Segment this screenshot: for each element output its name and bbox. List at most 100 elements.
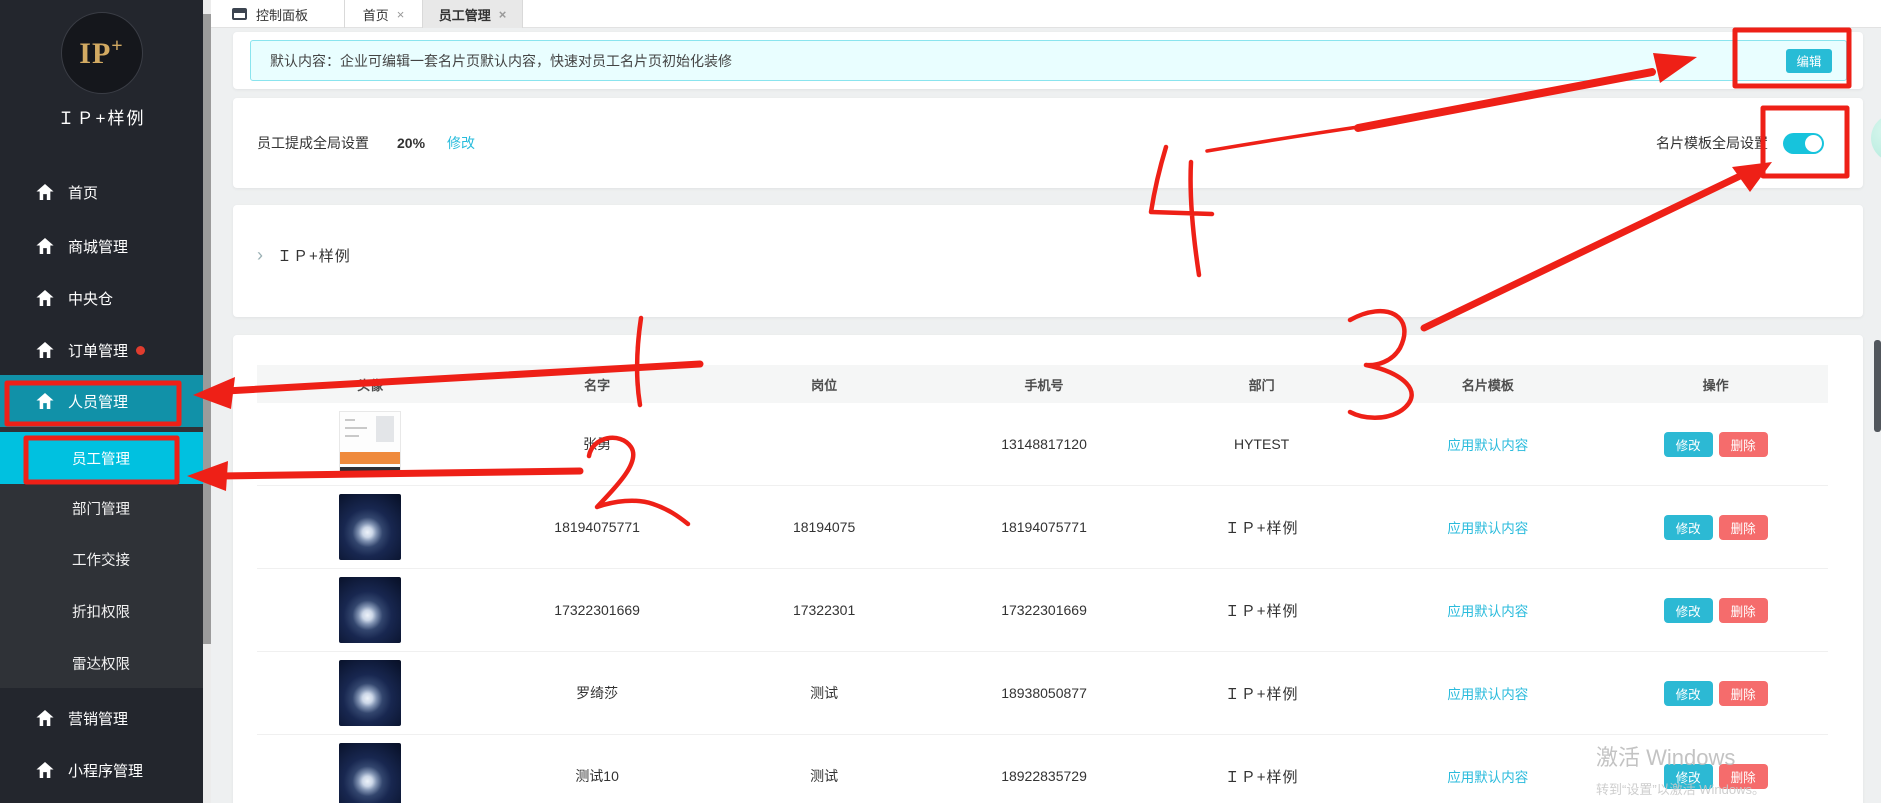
avatar-cell [257,494,483,560]
post-cell: 测试 [711,766,937,786]
sidebar-item-warehouse[interactable]: 中央仓 [0,272,203,324]
table-row: 17322301669 17322301 17322301669 ＩＰ+样例 应… [257,569,1828,652]
table-header: 头像 名字 岗位 手机号 部门 名片模板 操作 [257,365,1828,403]
tab-employee-mgmt[interactable]: 员工管理 × [422,0,523,28]
sidebar-item-orders[interactable]: 订单管理 [0,324,203,376]
row-delete-button[interactable]: 删除 [1719,432,1768,457]
col-avatar: 头像 [257,375,483,394]
sidebar-scrollbar-thumb[interactable] [203,14,211,644]
dept-cell: ＩＰ+样例 [1151,517,1373,538]
col-dept: 部门 [1151,375,1373,394]
phone-cell: 18938050877 [937,685,1151,701]
close-icon[interactable]: × [397,7,405,22]
actions-cell: 修改 删除 [1603,598,1828,623]
logo-mark: IP+ [79,35,123,71]
apply-default-link[interactable]: 应用默认内容 [1447,683,1528,703]
tab-bar: 控制面板 首页 × 员工管理 × [211,0,1881,28]
sidebar-item-label: 订单管理 [68,340,128,361]
sidebar-item-label: 首页 [68,182,98,203]
template-cell: 应用默认内容 [1372,766,1603,786]
phone-cell: 18922835729 [937,768,1151,784]
edit-button[interactable]: 编辑 [1786,49,1832,73]
table-row: 张勇 13148817120 HYTEST 应用默认内容 修改 删除 [257,403,1828,486]
sidebar-subitem-label: 雷达权限 [72,653,130,674]
sidebar-item-label: 营销管理 [68,708,128,729]
row-delete-button[interactable]: 删除 [1719,515,1768,540]
template-cell: 应用默认内容 [1372,517,1603,537]
logo-circle: IP+ [61,12,143,94]
sidebar-item-label: 中央仓 [68,288,113,309]
phone-cell: 18194075771 [937,519,1151,535]
row-edit-button[interactable]: 修改 [1664,764,1713,789]
app-window: IP+ ＩＰ+样例 首页 商城管理 中央仓 订单管理 人员管理 员工管理 [0,0,1881,803]
employee-table: 头像 名字 岗位 手机号 部门 名片模板 操作 [257,365,1828,803]
sidebar-item-label: 小程序管理 [68,760,143,781]
home-icon [36,393,54,409]
sidebar-subitem-employee-mgmt[interactable]: 员工管理 [0,432,203,484]
row-edit-button[interactable]: 修改 [1664,598,1713,623]
home-icon [36,184,54,200]
apply-default-link[interactable]: 应用默认内容 [1447,600,1528,620]
apply-default-link[interactable]: 应用默认内容 [1447,434,1528,454]
brand-logo: IP+ ＩＰ+样例 [0,12,203,129]
modify-link[interactable]: 修改 [447,133,475,153]
avatar-ring-photo [339,577,401,643]
window-icon [232,8,247,20]
template-toggle[interactable] [1783,133,1824,154]
org-section-header[interactable]: › ＩＰ+样例 [257,245,351,266]
commission-settings: 员工提成全局设置 20% 修改 [257,98,475,188]
phone-cell: 17322301669 [937,602,1151,618]
actions-cell: 修改 删除 [1603,681,1828,706]
avatar-ring-photo [339,660,401,726]
sidebar-item-marketing[interactable]: 营销管理 [0,692,203,744]
template-cell: 应用默认内容 [1372,600,1603,620]
avatar-cell [257,577,483,643]
home-icon [36,342,54,358]
home-icon [36,290,54,306]
row-delete-button[interactable]: 删除 [1719,681,1768,706]
sidebar-item-miniprogram[interactable]: 小程序管理 [0,744,203,796]
row-edit-button[interactable]: 修改 [1664,432,1713,457]
col-post: 岗位 [711,375,937,394]
logo-title: ＩＰ+样例 [0,104,203,129]
sidebar: IP+ ＩＰ+样例 首页 商城管理 中央仓 订单管理 人员管理 员工管理 [0,0,203,803]
col-actions: 操作 [1603,375,1828,394]
name-cell: 罗绮莎 [483,683,711,703]
home-icon [36,762,54,778]
col-phone: 手机号 [937,375,1151,394]
apply-default-link[interactable]: 应用默认内容 [1447,517,1528,537]
row-edit-button[interactable]: 修改 [1664,515,1713,540]
notification-dot [136,346,145,355]
sidebar-subitem-radar-perms[interactable]: 雷达权限 [0,637,203,689]
sidebar-item-mall[interactable]: 商城管理 [0,220,203,272]
col-template: 名片模板 [1372,375,1603,394]
close-icon[interactable]: × [499,7,507,22]
sidebar-subitem-handover[interactable]: 工作交接 [0,533,203,585]
sidebar-subitem-label: 工作交接 [72,549,130,570]
name-cell: 测试10 [483,766,711,786]
row-delete-button[interactable]: 删除 [1719,598,1768,623]
template-cell: 应用默认内容 [1372,434,1603,454]
sidebar-subitem-discount-perms[interactable]: 折扣权限 [0,585,203,637]
notice-card: 默认内容：企业可编辑一套名片页默认内容，快速对员工名片页初始化装修 编辑 [233,32,1863,89]
row-edit-button[interactable]: 修改 [1664,681,1713,706]
actions-cell: 修改 删除 [1603,764,1828,789]
name-cell: 17322301669 [483,602,711,618]
sidebar-item-personnel[interactable]: 人员管理 [0,375,203,427]
tab-home[interactable]: 首页 × [345,0,422,28]
employee-table-card: 头像 名字 岗位 手机号 部门 名片模板 操作 [233,335,1863,803]
table-row: 18194075771 18194075 18194075771 ＩＰ+样例 应… [257,486,1828,569]
page-scrollbar-thumb[interactable] [1874,340,1881,432]
avatar-cell [257,743,483,803]
tab-dashboard[interactable]: 控制面板 [211,0,345,28]
chevron-right-icon: › [257,245,263,266]
apply-default-link[interactable]: 应用默认内容 [1447,766,1528,786]
row-delete-button[interactable]: 删除 [1719,764,1768,789]
avatar-business-card [339,411,401,477]
notice-bar: 默认内容：企业可编辑一套名片页默认内容，快速对员工名片页初始化装修 编辑 [250,40,1847,81]
sidebar-scrollbar-track[interactable] [203,0,211,803]
dept-cell: ＩＰ+样例 [1151,766,1373,787]
sidebar-subitem-department-mgmt[interactable]: 部门管理 [0,482,203,534]
sidebar-item-home[interactable]: 首页 [0,166,203,218]
tab-label: 员工管理 [439,5,491,24]
